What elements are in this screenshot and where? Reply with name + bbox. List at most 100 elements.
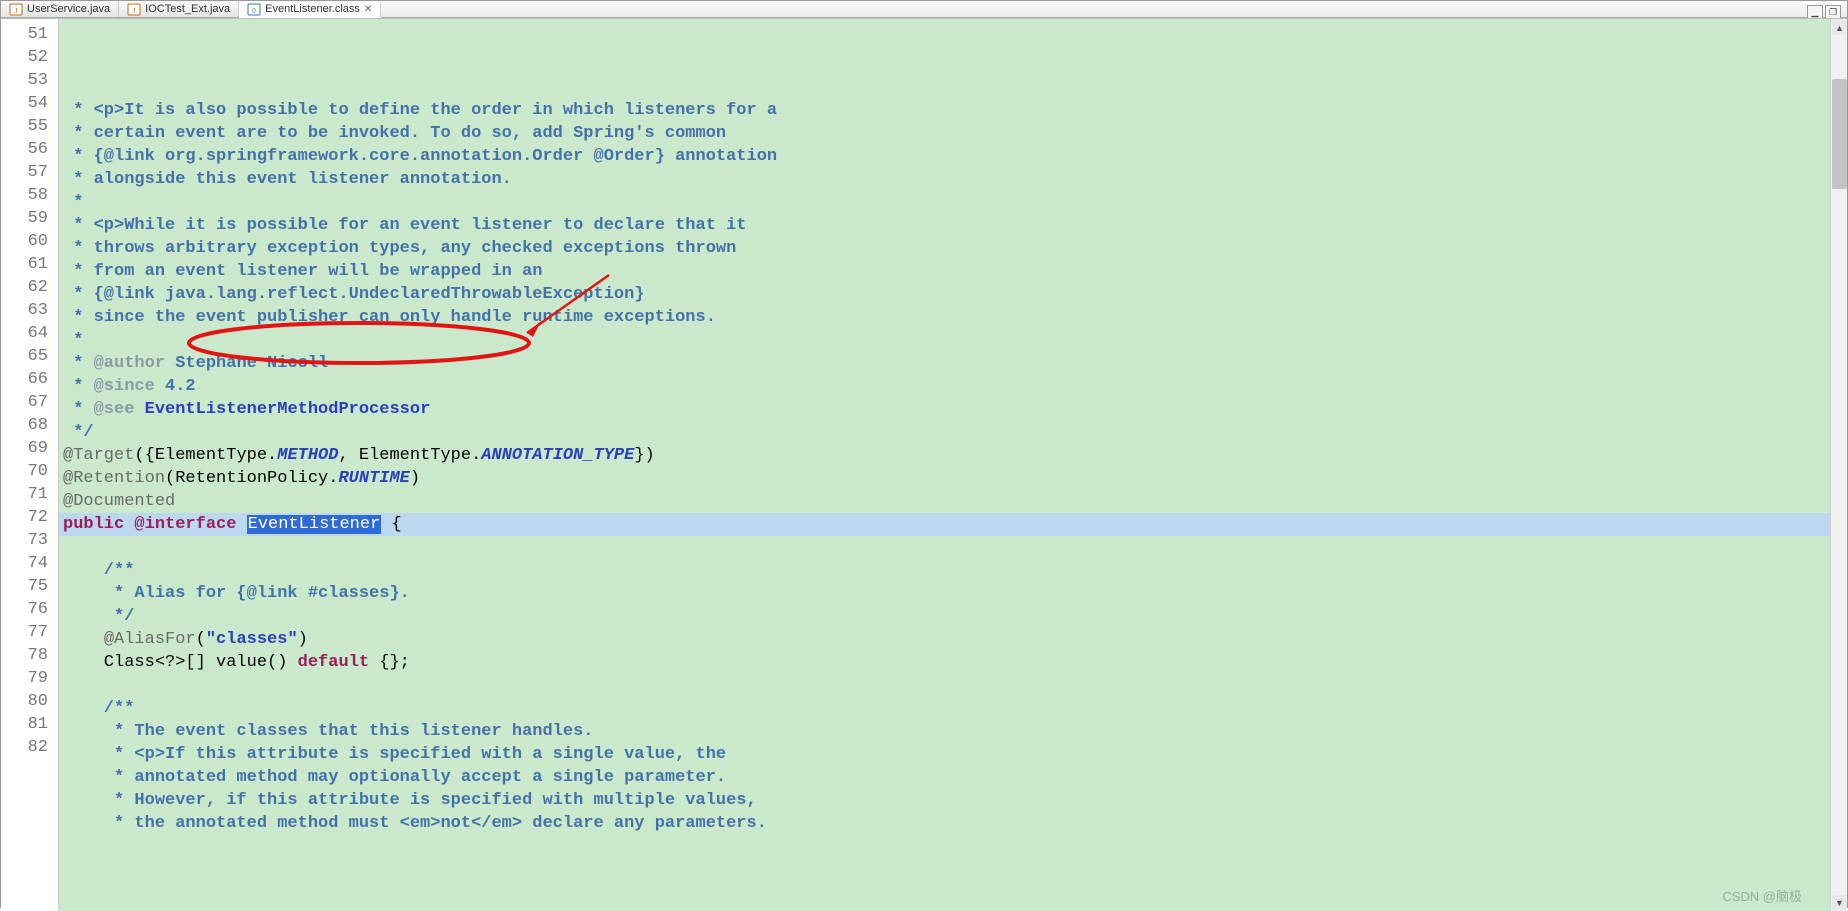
line-number: 59: [1, 207, 58, 230]
token: /**: [63, 561, 134, 580]
code-line[interactable]: * throws arbitrary exception types, any …: [59, 237, 1830, 260]
code-line[interactable]: /**: [59, 559, 1830, 582]
editor-tab[interactable]: 0 EventListener.class ✕: [239, 2, 381, 18]
code-line[interactable]: * {@link java.lang.reflect.UndeclaredThr…: [59, 283, 1830, 306]
scroll-thumb[interactable]: [1832, 79, 1847, 189]
token: EventListenerMethodProcessor: [145, 400, 431, 419]
line-number: 69: [1, 437, 58, 460]
token: */: [63, 423, 94, 442]
token: {};: [369, 653, 410, 672]
code-line[interactable]: * <p>If this attribute is specified with…: [59, 743, 1830, 766]
token: *: [63, 354, 94, 373]
code-line[interactable]: * @since 4.2: [59, 375, 1830, 398]
code-line[interactable]: * @author Stephane Nicoll: [59, 352, 1830, 375]
code-line[interactable]: * <p>While it is possible for an event l…: [59, 214, 1830, 237]
line-number: 57: [1, 161, 58, 184]
code-line[interactable]: * alongside this event listener annotati…: [59, 168, 1830, 191]
code-line[interactable]: * annotated method may optionally accept…: [59, 766, 1830, 789]
svg-text:J: J: [15, 7, 18, 15]
token: * <p>While it is possible for an event l…: [63, 216, 747, 235]
token: (RetentionPolicy.: [165, 469, 338, 488]
token: *: [63, 377, 94, 396]
code-line[interactable]: * Alias for {@link #classes}.: [59, 582, 1830, 605]
line-number: 63: [1, 299, 58, 322]
token: default: [298, 653, 369, 672]
close-icon[interactable]: ✕: [364, 4, 372, 15]
code-line[interactable]: * since the event publisher can only han…: [59, 306, 1830, 329]
line-number: 77: [1, 621, 58, 644]
token: * <p>If this attribute is specified with…: [63, 745, 726, 764]
line-number: 70: [1, 460, 58, 483]
token: , ElementType.: [338, 446, 481, 465]
token: "classes": [206, 630, 298, 649]
line-number: 74: [1, 552, 58, 575]
code-line[interactable]: [59, 674, 1830, 697]
token: *: [63, 400, 94, 419]
line-number: 56: [1, 138, 58, 161]
line-number: 61: [1, 253, 58, 276]
token: (: [196, 630, 206, 649]
code-line[interactable]: * <p>It is also possible to define the o…: [59, 99, 1830, 122]
line-number: 52: [1, 46, 58, 69]
token: * throws arbitrary exception types, any …: [63, 239, 736, 258]
line-number: 54: [1, 92, 58, 115]
code-line[interactable]: * However, if this attribute is specifie…: [59, 789, 1830, 812]
token: Stephane Nicoll: [165, 354, 328, 373]
editor-tab[interactable]: J UserService.java: [1, 1, 119, 17]
code-line[interactable]: @AliasFor("classes"): [59, 628, 1830, 651]
token: * {@link org.springframework.core.annota…: [63, 147, 777, 166]
code-line[interactable]: * {@link org.springframework.core.annota…: [59, 145, 1830, 168]
code-line[interactable]: [59, 536, 1830, 559]
token: Class<?>[] value(): [63, 653, 298, 672]
line-number: 75: [1, 575, 58, 598]
token: * certain event are to be invoked. To do…: [63, 124, 726, 143]
code-line[interactable]: */: [59, 605, 1830, 628]
code-line[interactable]: @Target({ElementType.METHOD, ElementType…: [59, 444, 1830, 467]
token: *: [63, 331, 83, 350]
vertical-scrollbar[interactable]: ▲ ▼: [1830, 19, 1847, 911]
line-number: 78: [1, 644, 58, 667]
token: {: [381, 515, 401, 534]
code-line[interactable]: * the annotated method must <em>not</em>…: [59, 812, 1830, 835]
token: METHOD: [277, 446, 338, 465]
line-number: 73: [1, 529, 58, 552]
line-number: 79: [1, 667, 58, 690]
java-file-icon: J: [127, 2, 141, 16]
token: @interface: [134, 515, 236, 534]
code-line[interactable]: Class<?>[] value() default {};: [59, 651, 1830, 674]
token: EventListener: [247, 515, 382, 534]
line-number: 68: [1, 414, 58, 437]
token: @Documented: [63, 492, 175, 511]
code-line[interactable]: *: [59, 329, 1830, 352]
editor-tab[interactable]: JIOCTest_Ext.java: [119, 1, 239, 17]
code-line[interactable]: * certain event are to be invoked. To do…: [59, 122, 1830, 145]
code-line[interactable]: *: [59, 191, 1830, 214]
code-viewport[interactable]: * <p>It is also possible to define the o…: [59, 19, 1830, 911]
line-number: 67: [1, 391, 58, 414]
token: * <p>It is also possible to define the o…: [63, 101, 777, 120]
code-line[interactable]: * The event classes that this listener h…: [59, 720, 1830, 743]
restore-button[interactable]: ❐: [1825, 5, 1841, 19]
tab-label: UserService.java: [27, 3, 110, 15]
code-line[interactable]: /**: [59, 697, 1830, 720]
code-line[interactable]: @Documented: [59, 490, 1830, 513]
svg-text:0: 0: [252, 7, 256, 15]
line-number: 53: [1, 69, 58, 92]
token: @Target: [63, 446, 134, 465]
scroll-up-arrow-icon[interactable]: ▲: [1832, 20, 1847, 35]
code-line[interactable]: * @see EventListenerMethodProcessor: [59, 398, 1830, 421]
code-line[interactable]: @Retention(RetentionPolicy.RUNTIME): [59, 467, 1830, 490]
line-number: 71: [1, 483, 58, 506]
tab-label: EventListener.class: [265, 3, 360, 15]
class-file-icon: 0: [247, 2, 261, 16]
token: }): [634, 446, 654, 465]
token: /**: [63, 699, 134, 718]
code-line[interactable]: * from an event listener will be wrapped…: [59, 260, 1830, 283]
token: @author: [94, 354, 165, 373]
code-line[interactable]: public @interface EventListener {: [59, 513, 1830, 536]
code-line[interactable]: */: [59, 421, 1830, 444]
token: public: [63, 515, 124, 534]
token: [63, 630, 104, 649]
minimize-button[interactable]: ▁: [1807, 5, 1823, 19]
line-number: 82: [1, 736, 58, 759]
